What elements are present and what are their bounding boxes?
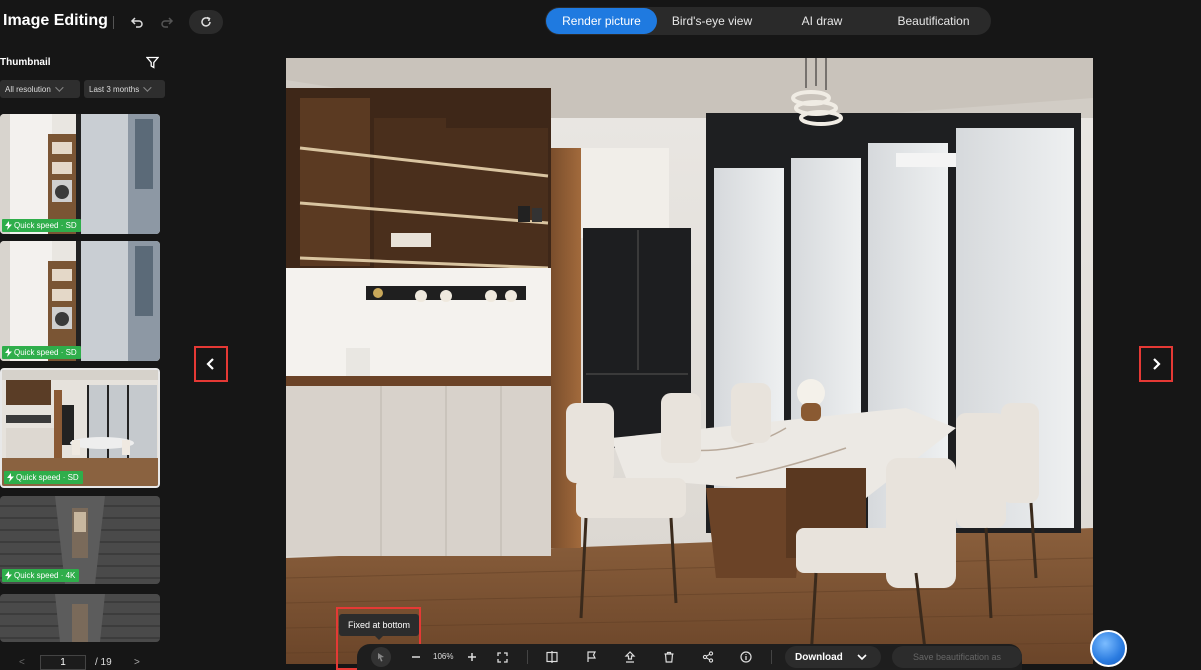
speed-badge: Quick speed · SD [2,219,81,232]
thumbnail-image [2,370,158,486]
fit-screen-button[interactable] [493,644,511,670]
speed-badge: Quick speed · SD [2,346,81,359]
minus-icon [412,656,420,658]
chevron-right-icon [1153,358,1161,370]
thumbnail-item[interactable]: Quick speed · 4K [0,496,160,584]
cursor-icon [378,653,384,662]
lightning-icon [7,473,14,482]
chevron-down-icon [143,83,152,92]
lightning-icon [5,571,12,580]
resolution-dropdown-value: All resolution [5,84,51,94]
time-range-dropdown[interactable]: Last 3 months [84,80,165,98]
compare-button[interactable] [543,644,561,670]
info-icon [740,651,752,663]
view-mode-tabs: Render picture Bird's-eye view AI draw B… [545,7,991,35]
tab-beautification[interactable]: Beautification [877,8,990,34]
render-image-canvas[interactable] [286,58,1093,664]
redo-button[interactable] [157,10,177,34]
fullscreen-icon [496,651,508,663]
lightning-icon [5,221,12,230]
thumbnail-item[interactable]: Quick speed · SD [0,114,160,234]
toolbar-divider [771,650,772,664]
page-total: / 19 [95,657,112,668]
download-label: Download [795,651,843,663]
flag-icon [587,651,596,662]
assistant-orb-button[interactable] [1090,630,1127,667]
rendered-dining-room-image [286,58,1093,664]
chevron-left-icon [206,358,214,370]
prev-page-button[interactable]: < [19,657,25,668]
previous-image-button[interactable] [194,346,228,382]
chevron-down-icon [54,83,64,92]
thumbnail-image [0,594,160,642]
thumbnail-image [0,241,160,361]
zoom-out-button[interactable] [407,644,425,670]
compare-icon [546,651,558,663]
header-divider [113,16,114,29]
undo-icon [130,17,143,28]
redo-icon [161,17,174,28]
plus-icon [468,653,476,661]
refresh-icon [201,16,211,27]
next-page-button[interactable]: > [134,657,140,668]
tab-birds-eye-view[interactable]: Bird's-eye view [657,8,767,34]
undo-button[interactable] [127,10,147,34]
tab-ai-draw[interactable]: AI draw [767,8,877,34]
lightning-icon [5,348,12,357]
save-beautification-button[interactable]: Save beautification as [892,646,1022,668]
speed-badge: Quick speed · SD [4,471,83,484]
app-title: Image Editing [3,12,108,29]
pin-toolbar-button[interactable] [371,647,391,667]
speed-badge: Quick speed · 4K [2,569,80,582]
time-range-dropdown-value: Last 3 months [89,84,140,94]
zoom-level: 106% [433,652,454,661]
next-image-button[interactable] [1139,346,1173,382]
mark-button[interactable] [583,644,601,670]
chevron-down-icon [857,653,867,660]
upload-icon [624,651,636,663]
thumbnail-pager: < / 19 > [0,655,165,670]
tab-render-picture[interactable]: Render picture [546,8,657,34]
image-toolbar: 106% Download Save beautification as [357,644,1022,670]
share-upload-button[interactable] [621,644,639,670]
share-icon [702,651,714,663]
thumbnail-heading: Thumbnail [0,57,51,68]
share-button[interactable] [699,644,717,670]
info-button[interactable] [737,644,755,670]
toolbar-divider [527,650,528,664]
trash-icon [664,651,674,663]
refresh-button[interactable] [189,10,223,34]
page-number-input[interactable] [40,655,86,670]
thumbnail-item-selected[interactable]: Quick speed · SD [0,368,160,488]
thumbnail-item[interactable] [0,594,160,642]
thumbnail-list: Quick speed · SD Quick speed · SD Quick … [0,112,162,642]
fixed-at-bottom-tooltip: Fixed at bottom [339,614,419,640]
resolution-dropdown[interactable]: All resolution [0,80,80,98]
thumbnail-item[interactable]: Quick speed · SD [0,241,160,361]
thumbnail-image [0,114,160,234]
download-button[interactable]: Download [785,646,881,668]
zoom-in-button[interactable] [463,644,481,670]
filter-icon[interactable] [145,56,160,69]
delete-button[interactable] [660,644,678,670]
